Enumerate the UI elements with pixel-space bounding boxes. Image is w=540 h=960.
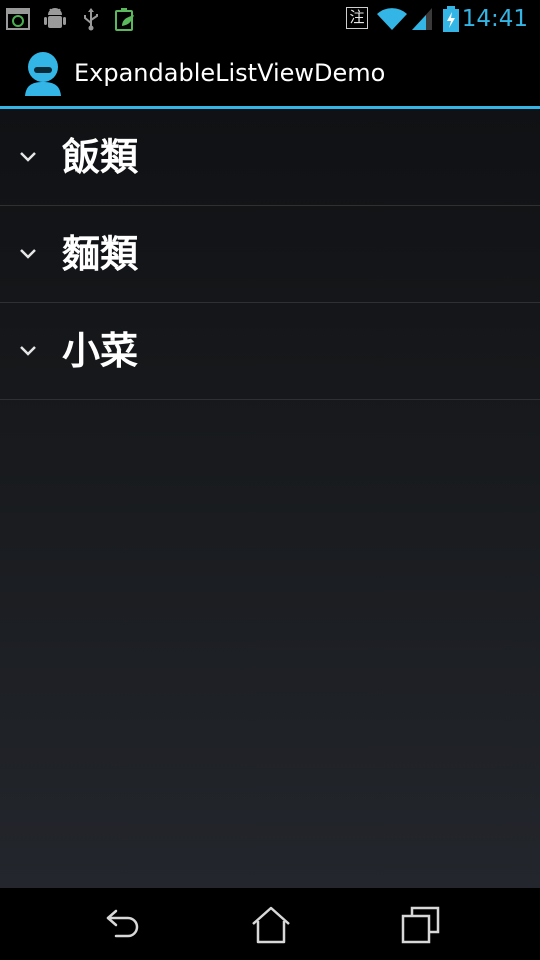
wifi-icon xyxy=(376,6,408,32)
back-button[interactable] xyxy=(60,896,180,952)
list-group-row[interactable]: 小菜 xyxy=(0,303,540,400)
back-icon xyxy=(106,909,139,938)
chevron-down-icon xyxy=(18,244,38,264)
status-bar: 注 14:41 xyxy=(0,0,540,38)
battery-saver-icon xyxy=(112,6,138,32)
chevron-down-icon xyxy=(18,147,38,167)
status-time: 14:41 xyxy=(461,6,528,32)
navigation-bar xyxy=(0,888,540,960)
app-title: ExpandableListViewDemo xyxy=(74,59,386,87)
signal-icon xyxy=(410,6,436,32)
screenshot-icon xyxy=(6,6,32,32)
usb-icon xyxy=(78,6,104,32)
action-bar: ExpandableListViewDemo xyxy=(0,38,540,106)
home-icon xyxy=(252,906,290,944)
screen: 注 14:41 ExpandableListViewDemo 飯類 麵類 小菜 xyxy=(0,0,540,960)
recent-apps-button[interactable] xyxy=(360,896,480,952)
person-app-icon[interactable] xyxy=(22,50,64,96)
expandable-list: 飯類 麵類 小菜 xyxy=(0,109,540,888)
recent-apps-icon xyxy=(401,906,440,944)
group-label: 小菜 xyxy=(62,329,139,373)
ime-indicator: 注 xyxy=(346,7,368,29)
group-label: 麵類 xyxy=(62,232,139,276)
list-group-row[interactable]: 飯類 xyxy=(0,109,540,206)
group-label: 飯類 xyxy=(62,135,139,179)
android-debug-icon xyxy=(42,6,68,32)
home-button[interactable] xyxy=(210,896,330,952)
chevron-down-icon xyxy=(18,341,38,361)
battery-charging-icon xyxy=(442,6,460,32)
list-group-row[interactable]: 麵類 xyxy=(0,206,540,303)
